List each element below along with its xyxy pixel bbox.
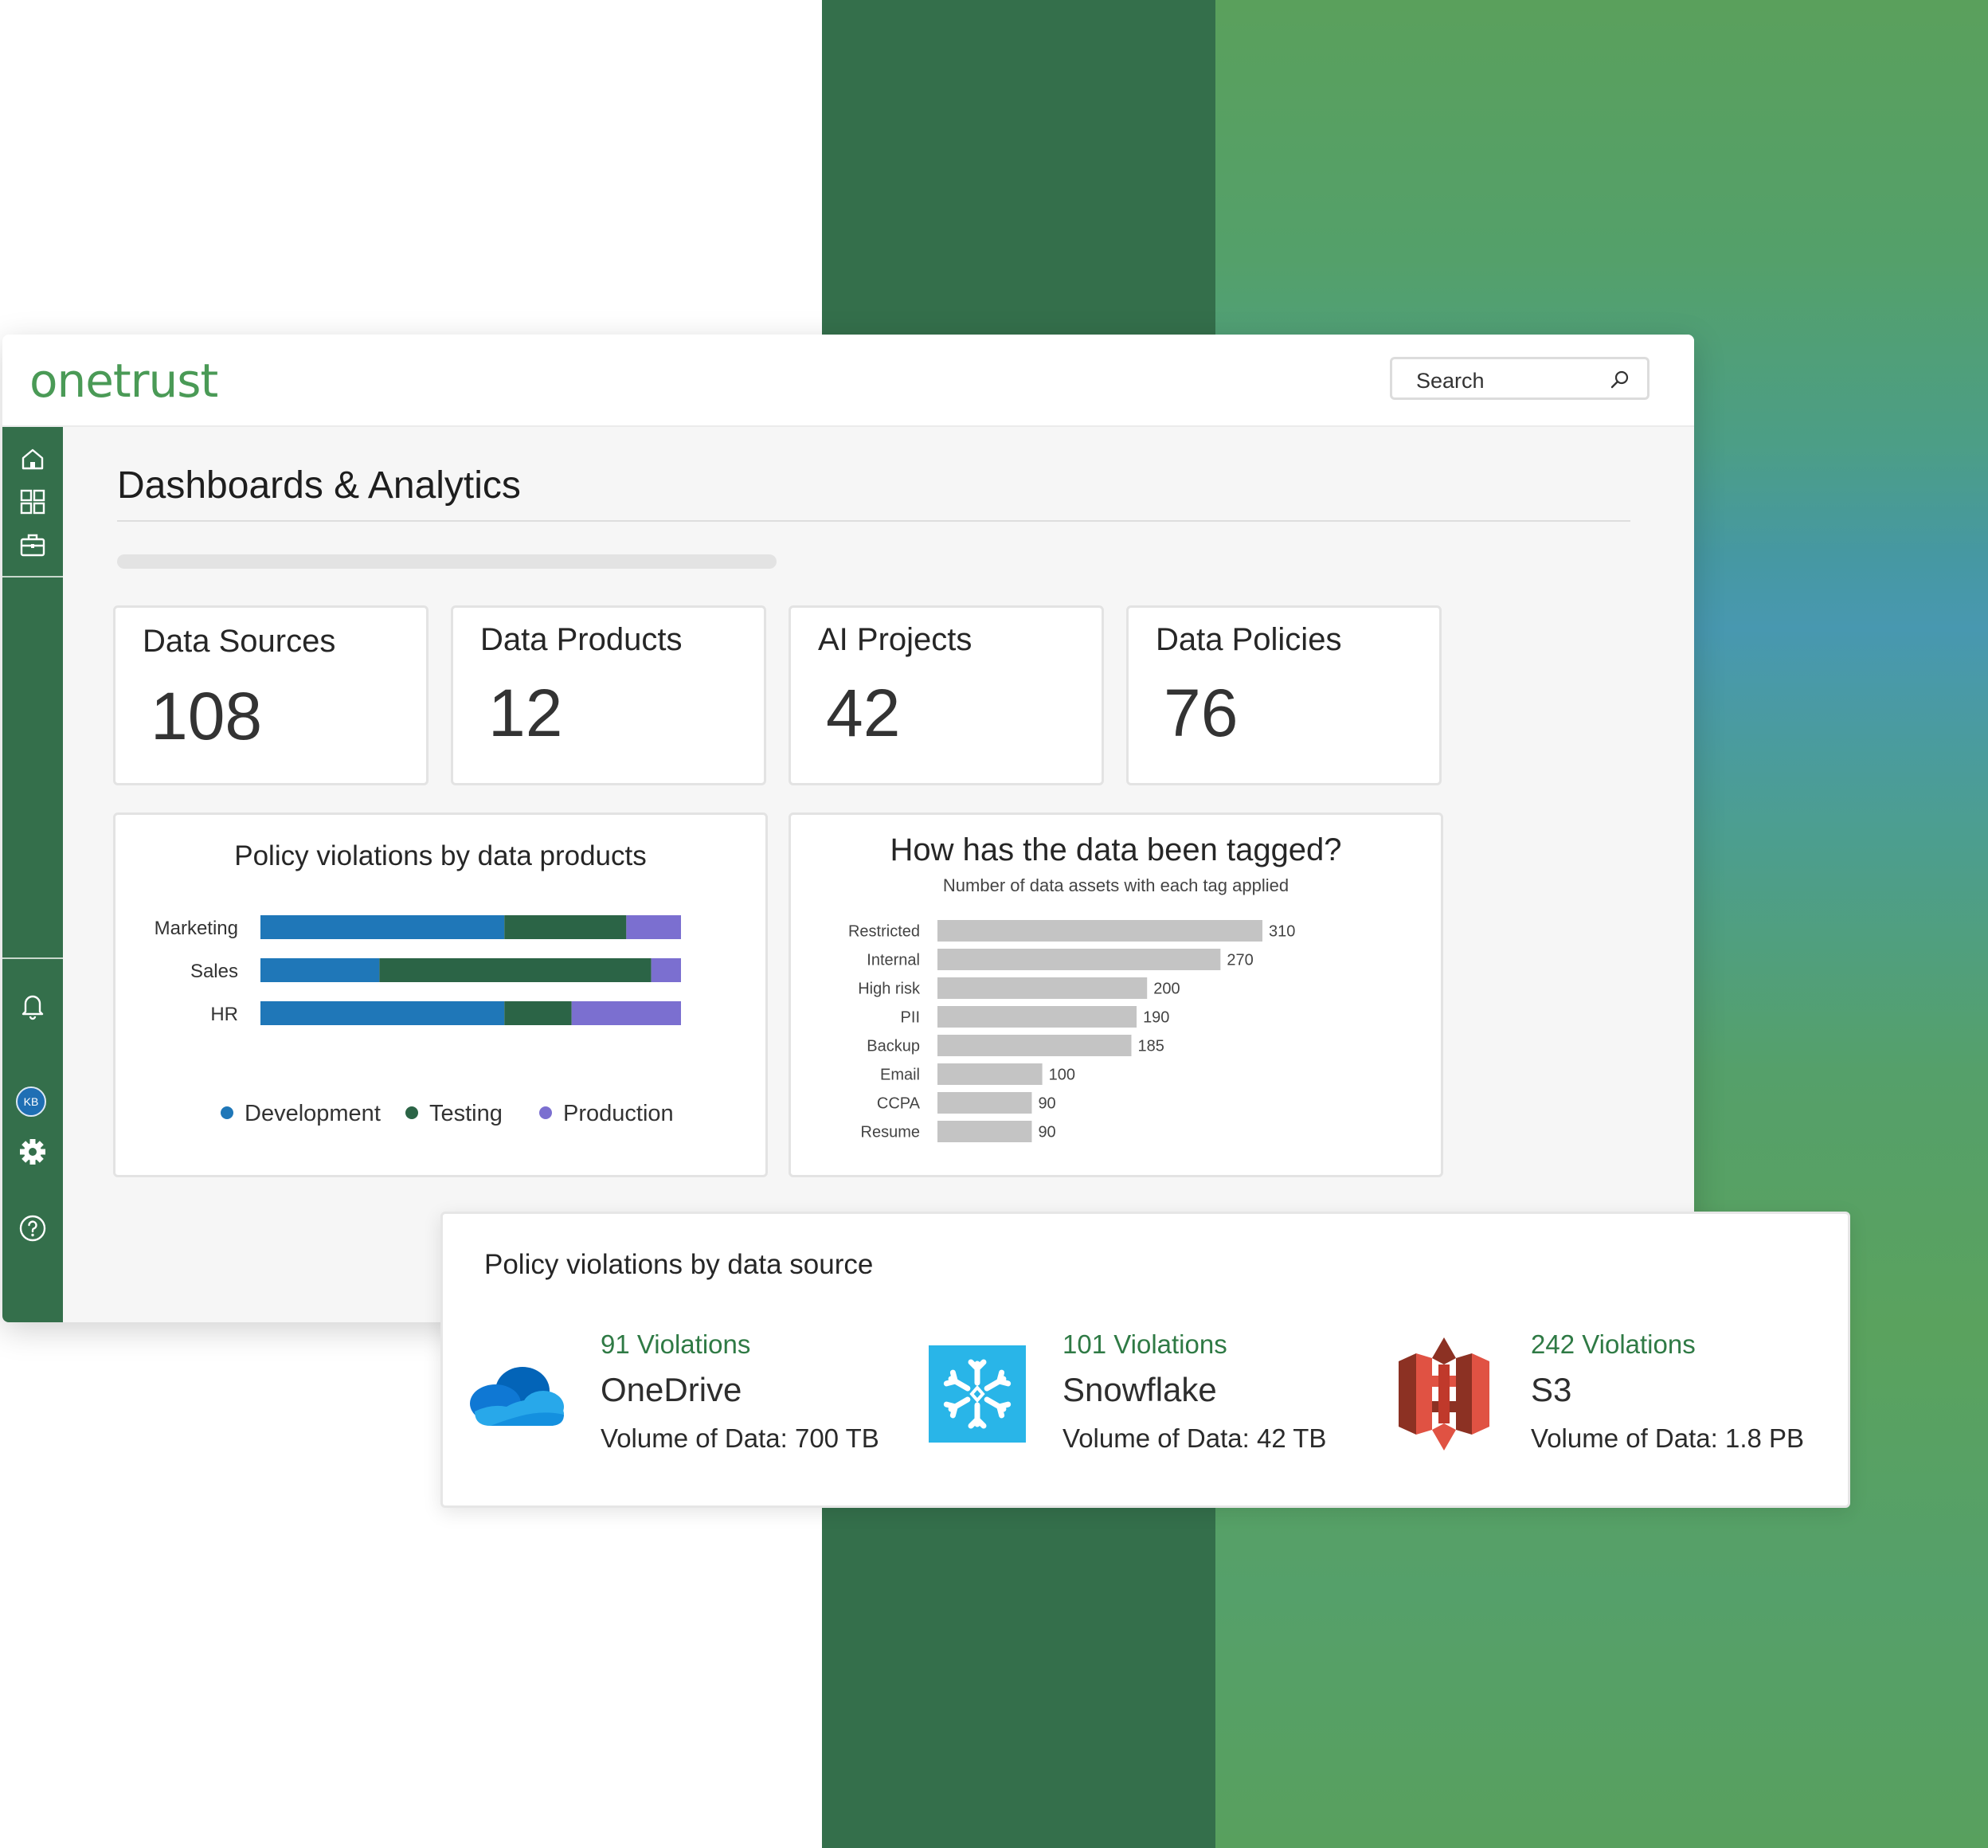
stat-label: Data Policies bbox=[1156, 622, 1342, 657]
data-label: 190 bbox=[1143, 1009, 1169, 1027]
source-volume: Volume of Data: 42 TB bbox=[1062, 1423, 1327, 1453]
tag-bar bbox=[937, 1063, 1043, 1085]
onetrust-logo[interactable]: onetrust bbox=[29, 354, 218, 408]
tag-bar bbox=[937, 1035, 1132, 1056]
tag-bar bbox=[937, 1092, 1032, 1114]
category-label: Restricted bbox=[848, 923, 920, 941]
category-label: Email bbox=[880, 1067, 920, 1084]
sidebar: KB bbox=[2, 427, 63, 1322]
snowflake-icon bbox=[929, 1345, 1026, 1443]
card-title: Policy violations by data source bbox=[484, 1249, 874, 1280]
stacked-bar-segment bbox=[504, 915, 627, 939]
category-label: Sales bbox=[190, 961, 238, 982]
gear-icon[interactable] bbox=[17, 1136, 49, 1168]
tag-bar bbox=[937, 920, 1262, 942]
stat-value: 76 bbox=[1164, 675, 1239, 750]
briefcase-icon[interactable] bbox=[17, 529, 49, 561]
stat-card-data-products[interactable]: Data Products 12 bbox=[451, 605, 766, 785]
legend-label: Production bbox=[563, 1101, 674, 1126]
home-icon[interactable] bbox=[17, 443, 49, 475]
loading-bar bbox=[117, 554, 777, 569]
source-volume: Volume of Data: 1.8 PB bbox=[1531, 1423, 1805, 1453]
stacked-bar-segment bbox=[571, 1001, 681, 1025]
legend-swatch bbox=[405, 1106, 418, 1119]
source-violations-card: Policy violations by data source 91 Viol… bbox=[440, 1212, 1850, 1508]
data-label: 90 bbox=[1038, 1124, 1055, 1141]
data-label: 310 bbox=[1269, 923, 1295, 941]
onedrive-icon bbox=[470, 1367, 564, 1426]
category-label: High risk bbox=[858, 981, 921, 998]
category-label: HR bbox=[210, 1004, 238, 1025]
violation-count: 242 Violations bbox=[1531, 1329, 1696, 1359]
legend-label: Development bbox=[245, 1101, 381, 1126]
source-volume: Volume of Data: 700 TB bbox=[601, 1423, 879, 1453]
stacked-bar-segment bbox=[260, 915, 505, 939]
tag-bar-chart: Restricted 310 Internal 270 High risk 200 PII 1… bbox=[848, 920, 1295, 1142]
tag-bar bbox=[937, 977, 1148, 999]
stat-value: 42 bbox=[826, 675, 901, 750]
category-label: Internal bbox=[867, 952, 920, 969]
search-icon[interactable] bbox=[1609, 369, 1631, 391]
stat-card-data-policies[interactable]: Data Policies 76 bbox=[1126, 605, 1442, 785]
stat-value: 12 bbox=[488, 675, 563, 750]
category-label: Backup bbox=[867, 1038, 920, 1055]
legend-swatch bbox=[539, 1106, 552, 1119]
stacked-bar-segment bbox=[260, 1001, 505, 1025]
category-label: CCPA bbox=[877, 1095, 921, 1113]
stacked-bar-chart: Marketing Sales HR Development Testing Produc… bbox=[155, 915, 681, 1126]
tag-bar bbox=[937, 1121, 1032, 1142]
category-label: Resume bbox=[861, 1124, 920, 1141]
legend-label: Testing bbox=[429, 1101, 503, 1126]
data-label: 270 bbox=[1227, 952, 1253, 969]
app-window: onetrust Search KB Dashboards & Analytic… bbox=[2, 335, 1694, 1322]
stacked-bar-segment bbox=[504, 1001, 572, 1025]
source-name: S3 bbox=[1531, 1371, 1572, 1408]
avatar[interactable]: KB bbox=[16, 1086, 46, 1117]
stacked-bar-segment bbox=[626, 915, 681, 939]
grid-icon[interactable] bbox=[17, 486, 49, 518]
legend-swatch bbox=[221, 1106, 233, 1119]
tag-bar bbox=[937, 1006, 1137, 1028]
category-label: PII bbox=[901, 1009, 920, 1027]
title-divider bbox=[117, 520, 1630, 522]
search-input[interactable]: Search bbox=[1416, 369, 1485, 393]
bell-icon[interactable] bbox=[17, 989, 49, 1021]
violation-count: 91 Violations bbox=[601, 1329, 751, 1359]
stat-label: AI Projects bbox=[818, 622, 972, 657]
panel-data-tags: How has the data been tagged? Number of … bbox=[789, 812, 1443, 1177]
violation-count: 101 Violations bbox=[1062, 1329, 1227, 1359]
s3-icon bbox=[1399, 1337, 1489, 1451]
panel-violations-by-product: Policy violations by data products Marke… bbox=[113, 812, 768, 1177]
top-bar: onetrust Search bbox=[2, 335, 1694, 427]
sidebar-divider bbox=[2, 957, 63, 959]
data-label: 200 bbox=[1153, 981, 1180, 998]
data-label: 100 bbox=[1049, 1067, 1075, 1084]
stat-label: Data Sources bbox=[143, 624, 336, 659]
help-icon[interactable] bbox=[17, 1212, 49, 1244]
stat-value: 108 bbox=[151, 679, 263, 754]
stat-card-ai-projects[interactable]: AI Projects 42 bbox=[789, 605, 1104, 785]
data-label: 90 bbox=[1038, 1095, 1055, 1113]
data-label: 185 bbox=[1137, 1038, 1164, 1055]
page-title: Dashboards & Analytics bbox=[117, 464, 521, 507]
stacked-bar-segment bbox=[379, 958, 652, 982]
stacked-bar-segment bbox=[651, 958, 681, 982]
stacked-bar-segment bbox=[260, 958, 380, 982]
search-box[interactable]: Search bbox=[1390, 357, 1649, 400]
source-name: Snowflake bbox=[1062, 1371, 1217, 1408]
stat-card-data-sources[interactable]: Data Sources 108 bbox=[113, 605, 429, 785]
category-label: Marketing bbox=[155, 918, 238, 939]
stat-label: Data Products bbox=[480, 622, 683, 657]
sidebar-divider bbox=[2, 576, 63, 578]
source-name: OneDrive bbox=[601, 1371, 742, 1408]
tag-bar bbox=[937, 949, 1221, 970]
